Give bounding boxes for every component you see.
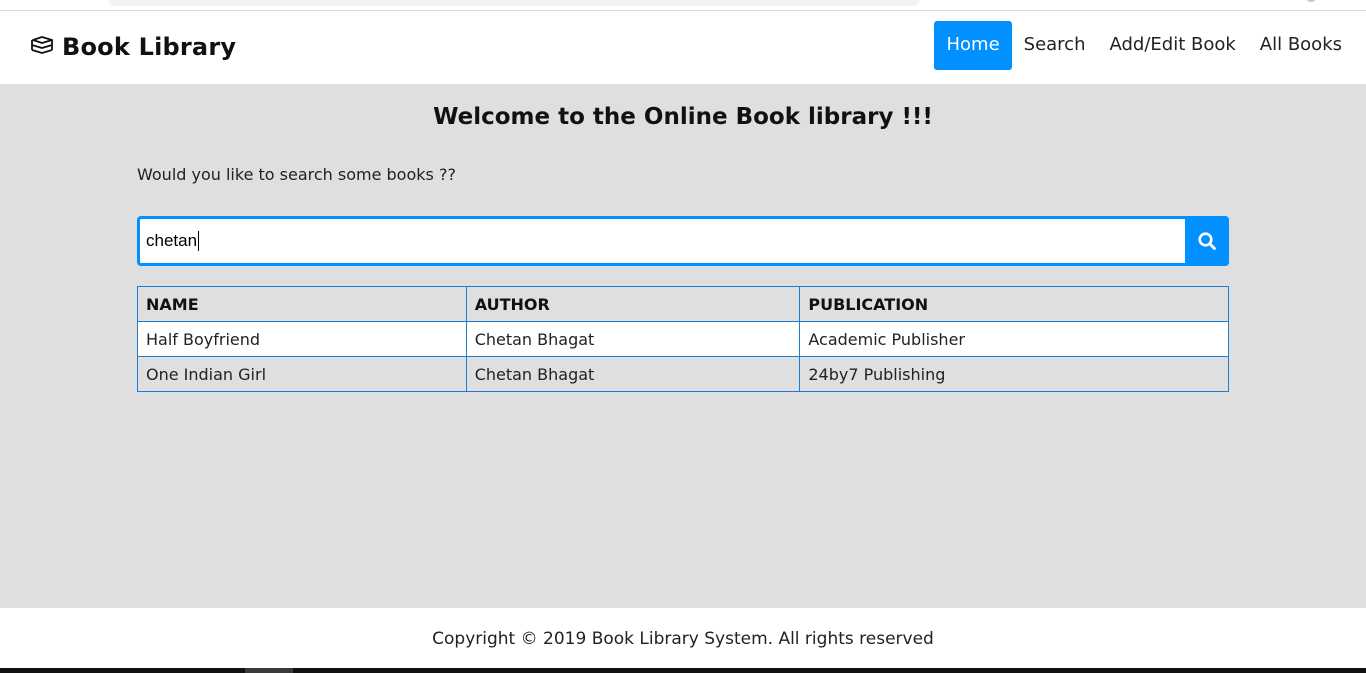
copyright-text: Copyright © 2019 Book Library System. Al… — [432, 629, 934, 649]
os-taskbar — [0, 668, 1366, 673]
search-icon — [1198, 232, 1216, 250]
taskbar-item[interactable] — [245, 668, 293, 673]
page-title: Welcome to the Online Book library !!! — [433, 104, 933, 130]
cell-author: Chetan Bhagat — [465, 321, 801, 357]
cell-publication: 24by7 Publishing — [799, 356, 1229, 392]
main-nav: Home Search Add/Edit Book All Books — [934, 21, 1354, 70]
text-caret — [198, 231, 200, 251]
nav-add-edit-book[interactable]: Add/Edit Book — [1097, 21, 1247, 70]
cell-publication: Academic Publisher — [799, 321, 1229, 357]
results-table: NAME AUTHOR PUBLICATION Half Boyfriend C… — [137, 286, 1229, 392]
cell-name: Half Boyfriend — [137, 321, 467, 357]
table-row: Half Boyfriend Chetan Bhagat Academic Pu… — [137, 321, 1229, 357]
search-bar: chetan — [137, 216, 1229, 266]
browser-profile-icon[interactable] — [1305, 0, 1317, 2]
nav-all-books[interactable]: All Books — [1248, 21, 1354, 70]
nav-home[interactable]: Home — [934, 21, 1012, 70]
cell-name: One Indian Girl — [137, 356, 467, 392]
books-icon — [31, 36, 53, 54]
brand[interactable]: Book Library — [30, 33, 236, 61]
footer: Copyright © 2019 Book Library System. Al… — [0, 608, 1366, 668]
browser-chrome — [0, 0, 1366, 11]
column-header-name: NAME — [137, 286, 467, 322]
main-content: Welcome to the Online Book library !!! W… — [0, 84, 1366, 608]
search-input[interactable]: chetan — [140, 219, 1185, 263]
navbar: Book Library Home Search Add/Edit Book A… — [0, 11, 1366, 84]
cell-author: Chetan Bhagat — [465, 356, 801, 392]
brand-title: Book Library — [62, 33, 237, 61]
search-input-value: chetan — [146, 231, 198, 250]
table-header-row: NAME AUTHOR PUBLICATION — [137, 286, 1229, 322]
column-header-author: AUTHOR — [465, 286, 801, 322]
table-row: One Indian Girl Chetan Bhagat 24by7 Publ… — [137, 356, 1229, 392]
column-header-publication: PUBLICATION — [799, 286, 1229, 322]
search-button[interactable] — [1185, 216, 1229, 266]
search-prompt: Would you like to search some books ?? — [137, 165, 456, 184]
browser-address-bar[interactable] — [108, 0, 920, 6]
nav-search[interactable]: Search — [1012, 21, 1098, 70]
